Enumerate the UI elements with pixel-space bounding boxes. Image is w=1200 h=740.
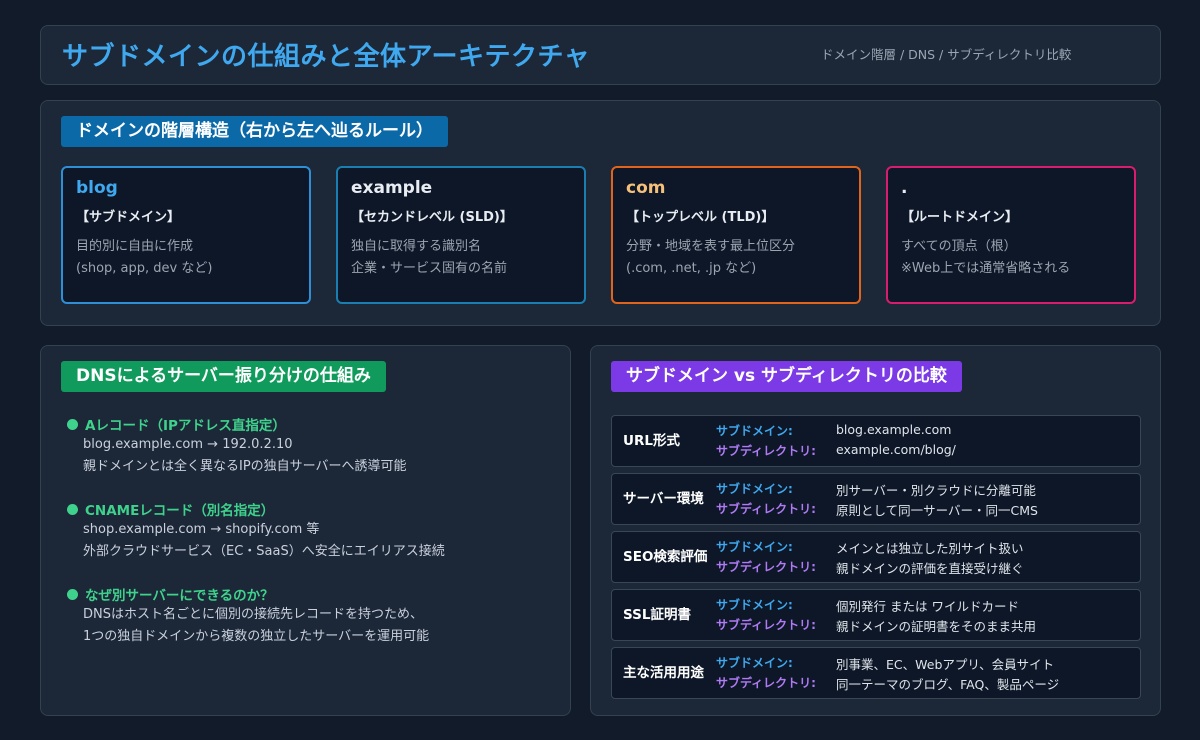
subdomain-key: サブドメイン: [716,424,793,438]
bullet-icon [67,503,78,515]
card-desc-line: 分野・地域を表す最上位区分 [626,239,796,254]
dns-item-line: shop.example.com → shopify.com 等 [83,522,320,537]
subdirectory-key: サブディレクトリ: [716,560,816,574]
card-kind: 【サブドメイン】 [76,210,181,225]
subdomain-key: サブドメイン: [716,540,793,554]
root-domain-card: . 【ルートドメイン】 すべての頂点（根） ※Web上では通常省略される [886,166,1136,304]
comparison-panel: サブドメイン vs サブディレクトリの比較 URL形式 サブドメイン: サブディ… [590,345,1161,716]
dns-item-head: Aレコード（IPアドレス直指定） [85,418,286,434]
card-kind: 【セカンドレベル (SLD)】 [351,210,513,225]
row-label: URL形式 [623,433,680,449]
card-desc-line: すべての頂点（根） [901,239,1017,254]
card-desc-line: ※Web上では通常省略される [901,261,1071,276]
subdirectory-key: サブディレクトリ: [716,618,816,632]
card-desc-line: 独自に取得する識別名 [351,239,482,254]
dns-item-why: なぜ別サーバーにできるのか？ DNSはホスト名ごとに個別の接続先レコードを持つた… [67,584,429,648]
subdomain-value: blog.example.com [836,422,952,437]
subdomain-value: 別事業、EC、Webアプリ、会員サイト [836,657,1055,672]
card-name: example [351,178,433,198]
dns-item-line: 外部クラウドサービス（EC・SaaS）へ安全にエイリアス接続 [83,544,445,559]
comparison-row-seo: SEO検索評価 サブドメイン: サブディレクトリ: メインとは独立した別サイト扱… [611,531,1141,583]
subdomain-value: 別サーバー・別クラウドに分離可能 [836,483,1036,498]
header-panel: サブドメインの仕組みと全体アーキテクチャ ドメイン階層 / DNS / サブディ… [40,25,1161,85]
dns-item-head: なぜ別サーバーにできるのか？ [85,588,274,604]
row-label: サーバー環境 [623,491,704,507]
subdirectory-value: 同一テーマのブログ、FAQ、製品ページ [836,677,1060,692]
tld-card: com 【トップレベル (TLD)】 分野・地域を表す最上位区分 (.com, … [611,166,861,304]
row-label: SEO検索評価 [623,549,708,565]
subdomain-key: サブドメイン: [716,482,793,496]
page-subtitle: ドメイン階層 / DNS / サブディレクトリ比較 [821,47,1072,62]
dns-item-line: DNSはホスト名ごとに個別の接続先レコードを持つため、 [83,607,423,622]
dns-item-cname-record: CNAMEレコード（別名指定） shop.example.com → shopi… [67,499,445,563]
dns-item-a-record: Aレコード（IPアドレス直指定） blog.example.com → 192.… [67,414,407,478]
subdirectory-key: サブディレクトリ: [716,676,816,690]
subdirectory-value: 親ドメインの評価を直接受け継ぐ [836,561,1024,576]
subdomain-key: サブドメイン: [716,598,793,612]
card-name: com [626,178,666,198]
dns-item-line: 親ドメインとは全く異なるIPの独自サーバーへ誘導可能 [83,459,407,474]
subdirectory-key: サブディレクトリ: [716,502,816,516]
dns-item-line: blog.example.com → 192.0.2.10 [83,437,293,452]
card-desc-line: 企業・サービス固有の名前 [351,261,508,276]
dns-panel: DNSによるサーバー振り分けの仕組み Aレコード（IPアドレス直指定） blog… [40,345,571,716]
sld-card: example 【セカンドレベル (SLD)】 独自に取得する識別名 企業・サー… [336,166,586,304]
hierarchy-panel: ドメインの階層構造（右から左へ辿るルール） blog 【サブドメイン】 目的別に… [40,100,1161,326]
subdirectory-value: 原則として同一サーバー・同一CMS [836,503,1038,518]
page-title: サブドメインの仕組みと全体アーキテクチャ [62,42,591,72]
bullet-icon [67,588,78,600]
card-desc-line: (shop, app, dev など) [76,261,213,276]
subdomain-value: 個別発行 または ワイルドカード [836,599,1019,614]
comparison-title: サブドメイン vs サブディレクトリの比較 [611,361,962,392]
subdirectory-value: 親ドメインの証明書をそのまま共用 [836,619,1037,634]
subdirectory-key: サブディレクトリ: [716,444,816,458]
comparison-row-ssl: SSL証明書 サブドメイン: サブディレクトリ: 個別発行 または ワイルドカー… [611,589,1141,641]
dns-item-line: 1つの独自ドメインから複数の独立したサーバーを運用可能 [83,629,430,644]
dns-title: DNSによるサーバー振り分けの仕組み [61,361,386,392]
subdirectory-value: example.com/blog/ [836,442,956,457]
card-kind: 【ルートドメイン】 [901,210,1019,225]
card-name: blog [76,178,118,198]
comparison-row-url: URL形式 サブドメイン: サブディレクトリ: blog.example.com… [611,415,1141,467]
comparison-row-usage: 主な活用用途 サブドメイン: サブディレクトリ: 別事業、EC、Webアプリ、会… [611,647,1141,699]
subdomain-card: blog 【サブドメイン】 目的別に自由に作成 (shop, app, dev … [61,166,311,304]
hierarchy-title: ドメインの階層構造（右から左へ辿るルール） [61,116,448,147]
bullet-icon [67,418,78,430]
card-name: . [901,178,908,198]
comparison-row-server: サーバー環境 サブドメイン: サブディレクトリ: 別サーバー・別クラウドに分離可… [611,473,1141,525]
card-desc-line: (.com, .net, .jp など) [626,261,757,276]
row-label: SSL証明書 [623,607,691,623]
dns-item-head: CNAMEレコード（別名指定） [85,503,275,519]
card-desc-line: 目的別に自由に作成 [76,239,194,254]
subdomain-value: メインとは独立した別サイト扱い [836,541,1024,556]
subdomain-key: サブドメイン: [716,656,793,670]
row-label: 主な活用用途 [623,665,704,681]
card-kind: 【トップレベル (TLD)】 [626,210,775,225]
